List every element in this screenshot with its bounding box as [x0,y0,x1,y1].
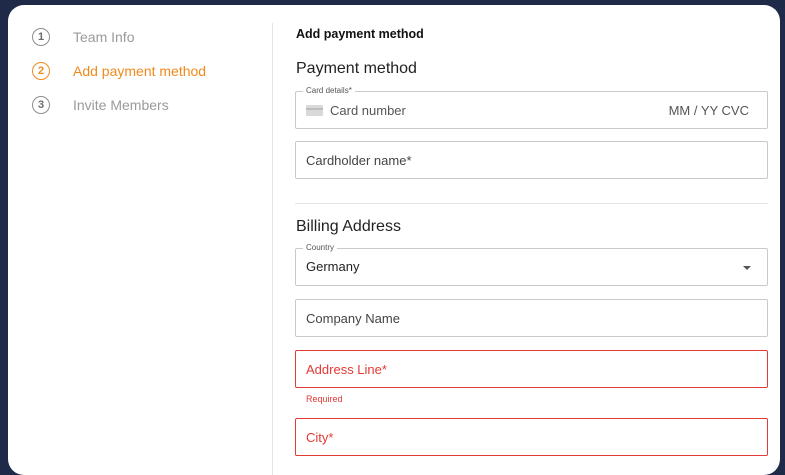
section-divider [295,203,768,204]
step-invite-members[interactable]: 3 Invite Members [32,96,169,114]
step-add-payment-method[interactable]: 2 Add payment method [32,62,206,80]
payment-setup-card: 1 Team Info 2 Add payment method 3 Invit… [8,5,780,475]
step-number: 3 [32,96,50,114]
country-value: Germany [306,259,360,274]
card-details-field[interactable]: Card details* Card number MM / YY CVC [295,86,768,129]
card-number-placeholder: Card number [330,103,406,118]
company-name-placeholder: Company Name [306,311,400,326]
address-line-field[interactable]: Address Line* [295,350,768,388]
payment-method-title: Payment method [296,60,417,77]
country-legend: Country [303,243,338,253]
credit-card-icon [306,105,323,116]
step-label: Team Info [73,29,135,45]
billing-address-title: Billing Address [296,218,401,235]
expiry-cvc-placeholder: MM / YY CVC [668,103,749,118]
city-field[interactable]: City* [295,418,768,456]
country-select[interactable]: Country Germany [295,243,768,286]
cardholder-name-field[interactable]: Cardholder name* [295,141,768,179]
company-name-field[interactable]: Company Name [295,299,768,337]
step-number: 2 [32,62,50,80]
city-placeholder: City* [306,430,334,445]
page-title: Add payment method [296,27,424,41]
chevron-down-icon [743,266,751,270]
step-label: Add payment method [73,63,207,79]
vertical-divider [272,23,273,475]
cardholder-name-placeholder: Cardholder name* [306,153,412,168]
step-team-info[interactable]: 1 Team Info [32,28,134,46]
address-line-error: Required [306,394,343,404]
step-number: 1 [32,28,50,46]
card-details-legend: Card details* [303,86,355,96]
address-line-placeholder: Address Line* [306,362,387,377]
step-label: Invite Members [73,97,169,113]
